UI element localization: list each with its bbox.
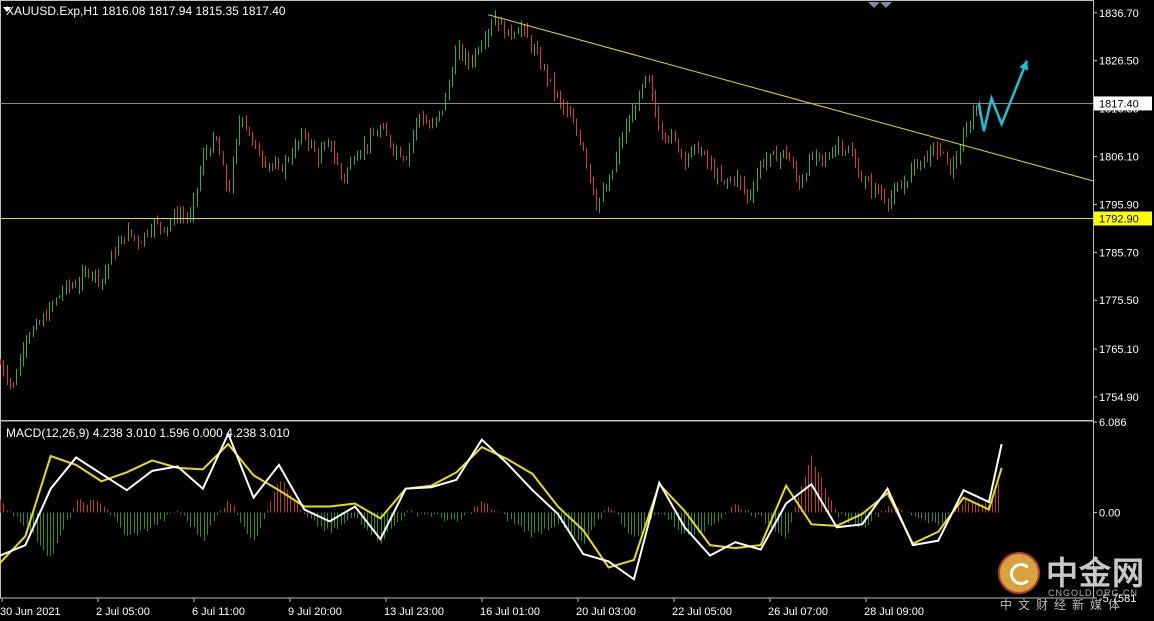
time-tick-label: 2 Jul 05:00 [96,606,150,618]
price-tick-label: 1795.90 [1099,199,1139,211]
chart-canvas[interactable]: 1836.701826.501816.301806.101795.901785.… [0,0,1154,621]
trade-arrow-icon [868,2,880,8]
time-tick-label: 16 Jul 01:00 [480,606,540,618]
watermark-sub: 中文财经新媒体 [1000,598,1127,612]
macd-info: MACD(12,26,9) 4.238 3.010 1.596 0.000 4.… [6,426,290,440]
price-tick-label: 1775.50 [1099,295,1139,307]
macd-tick-label: 6.086 [1099,417,1127,429]
trade-arrow-icon [880,2,892,8]
price-tick-label: 1826.50 [1099,56,1139,68]
time-tick-label: 20 Jul 03:00 [576,606,636,618]
time-tick-label: 6 Jul 11:00 [192,606,245,618]
symbol-info: XAUUSD.Exp,H1 1816.08 1817.94 1815.35 18… [6,4,286,18]
trend-line [488,14,1094,182]
price-tick-label: 1765.10 [1099,344,1139,356]
macd-tick-label: 0.00 [1099,507,1120,519]
price-tick-label: 1806.10 [1099,152,1139,164]
price-tick-label: 1836.70 [1099,8,1139,20]
chart-window: 1836.701826.501816.301806.101795.901785.… [0,0,1154,621]
time-tick-label: 13 Jul 23:00 [384,606,444,618]
cngold-logo-icon [998,552,1040,594]
projection-path [977,60,1029,132]
price-tick-label: 1785.70 [1099,247,1139,259]
macd-pane-frame [0,420,1094,599]
time-tick-label: 9 Jul 20:00 [288,606,342,618]
price-pane-frame [0,0,1094,421]
price-marker-label: 1817.40 [1099,98,1139,110]
price-marker-label: 1792.90 [1099,214,1139,226]
time-tick-label: 22 Jul 05:00 [672,606,732,618]
time-tick-label: 26 Jul 07:00 [768,606,828,618]
time-tick-label: 28 Jul 09:00 [864,606,924,618]
price-tick-label: 1754.90 [1099,392,1139,404]
watermark: 中金网 CNGOLD.ORG.CN 中文财经新媒体 [998,548,1148,612]
time-tick-label: 30 Jun 2021 [0,606,61,618]
macd-signal-line [0,442,1003,569]
